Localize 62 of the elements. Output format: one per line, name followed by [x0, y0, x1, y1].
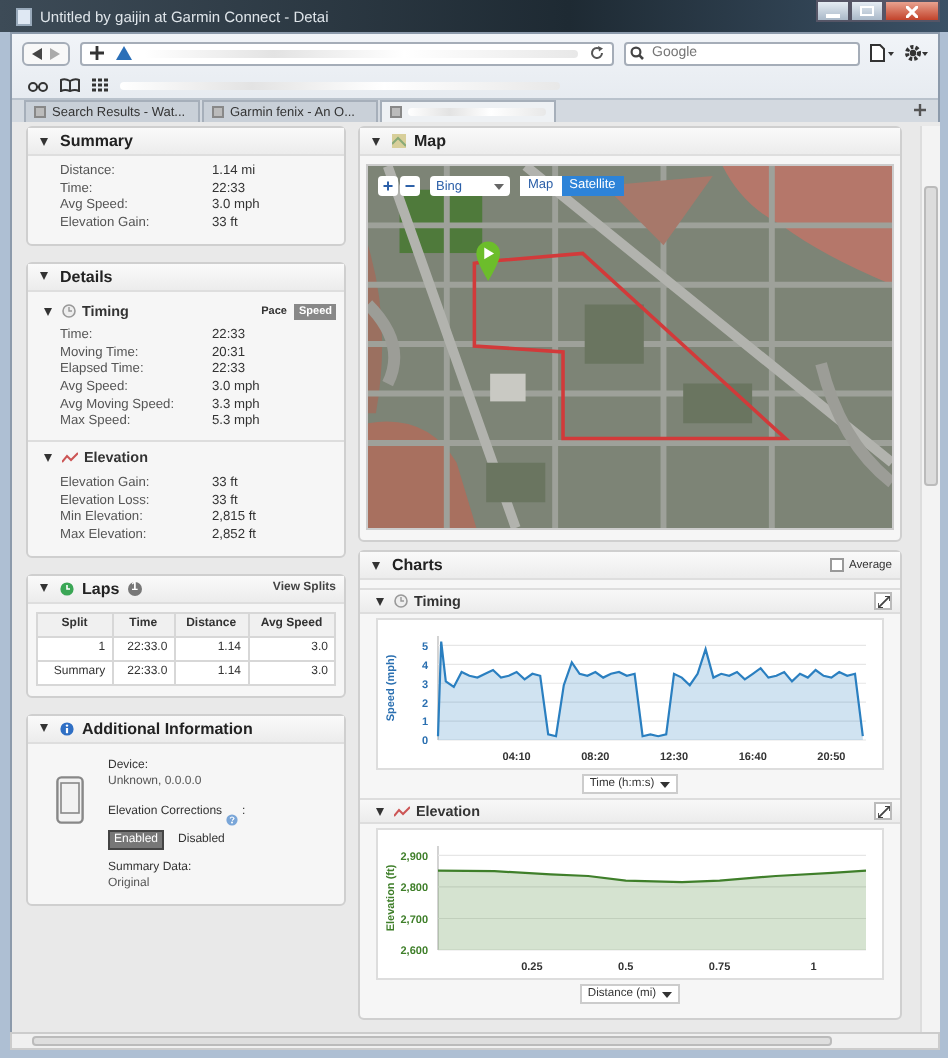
panel-title: Map [414, 132, 446, 150]
grid-icon[interactable] [92, 78, 108, 92]
glasses-icon[interactable] [28, 79, 48, 91]
minimize-button[interactable] [816, 0, 850, 22]
scrollbar[interactable] [920, 126, 940, 1032]
caret-icon[interactable] [372, 561, 380, 569]
map-pin-icon [476, 241, 500, 281]
phone-icon [56, 775, 84, 824]
reload-icon[interactable] [590, 46, 604, 60]
caret-icon[interactable] [40, 272, 48, 281]
info-icon [60, 721, 74, 736]
back-forward-buttons[interactable] [22, 41, 70, 65]
caret-icon[interactable] [376, 597, 384, 605]
average-checkbox[interactable] [829, 558, 843, 572]
page-icon [16, 7, 32, 25]
page-icon [34, 106, 46, 118]
dropdown-arrow-icon [494, 183, 504, 189]
panel-title: Laps [82, 579, 120, 598]
address-field[interactable] [80, 41, 614, 65]
expand-button[interactable] [874, 802, 892, 820]
expand-icon [877, 805, 889, 817]
new-tab-button[interactable] [914, 103, 926, 119]
panel-title: Charts [392, 556, 443, 574]
back-icon [32, 47, 42, 59]
page-icon [212, 106, 224, 118]
book-icon[interactable] [60, 78, 80, 92]
panel-title: Summary [60, 132, 133, 150]
browser-tab[interactable] [380, 100, 556, 122]
help-icon [226, 813, 239, 826]
caret-icon[interactable] [40, 584, 48, 593]
maximize-button[interactable] [850, 0, 884, 22]
zoom-in-button[interactable]: + [378, 176, 398, 196]
close-button[interactable] [884, 0, 940, 22]
settings-icon[interactable] [904, 44, 928, 62]
expand-icon [877, 595, 889, 607]
clock-icon [62, 304, 76, 319]
caret-icon[interactable] [372, 137, 380, 145]
caret-icon[interactable] [44, 453, 52, 462]
forward-icon [50, 47, 60, 59]
expand-button[interactable] [874, 592, 892, 610]
caret-icon[interactable] [376, 807, 384, 815]
search-icon [630, 46, 646, 60]
dropdown-arrow-icon [660, 781, 671, 787]
panel-title: Additional Information [82, 719, 253, 738]
map-icon [392, 134, 406, 148]
plus-icon [90, 46, 104, 60]
caret-icon[interactable] [40, 137, 48, 145]
stopwatch-icon [60, 581, 74, 596]
close-icon [906, 5, 918, 17]
triangle-icon [116, 46, 132, 60]
caret-icon[interactable] [44, 307, 52, 316]
page-icon [390, 106, 402, 118]
caret-icon[interactable] [40, 724, 48, 733]
plus-icon [914, 103, 926, 115]
clock-icon [394, 594, 408, 608]
page-menu-icon[interactable] [870, 44, 894, 62]
zoom-out-button[interactable]: − [400, 176, 420, 196]
dropdown-arrow-icon [662, 991, 673, 997]
panel-title: Details [60, 267, 113, 286]
scrollbar[interactable] [10, 1032, 940, 1050]
line-chart-icon [394, 805, 410, 817]
line-chart-icon [62, 451, 78, 464]
